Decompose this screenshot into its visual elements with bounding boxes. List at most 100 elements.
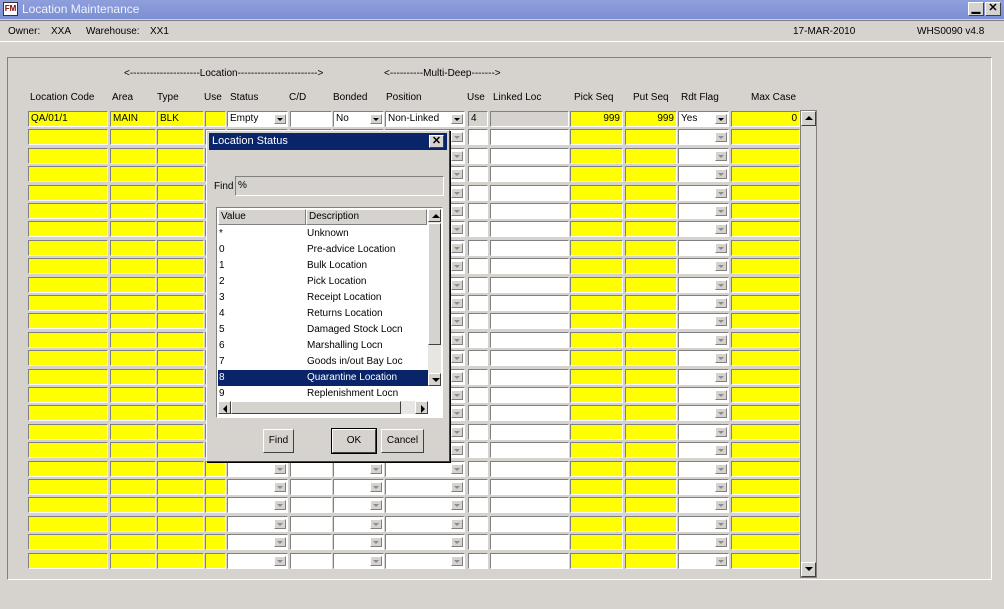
cell-position[interactable] [385, 497, 465, 513]
list-hscroll-thumb[interactable] [231, 401, 401, 414]
cell-pick-seq[interactable] [570, 166, 623, 182]
cell-area[interactable] [110, 497, 156, 513]
cell-pick-seq[interactable] [570, 313, 623, 329]
cell-md-use[interactable] [468, 405, 488, 421]
cell-md-use[interactable] [468, 553, 488, 569]
cell-max-case[interactable] [731, 166, 800, 182]
cell-linked-loc[interactable] [490, 534, 569, 550]
cell-position[interactable]: Non-Linked [385, 111, 465, 127]
cell-type[interactable] [157, 277, 204, 293]
dropdown-arrow-icon[interactable] [451, 556, 463, 566]
cell-md-use[interactable] [468, 277, 488, 293]
dropdown-arrow-icon[interactable] [451, 408, 463, 418]
dialog-close-icon[interactable]: ✕ [429, 135, 444, 148]
cell-md-use[interactable] [468, 166, 488, 182]
cell-max-case[interactable] [731, 129, 800, 145]
cell-put-seq[interactable] [625, 424, 677, 440]
cell-max-case[interactable] [731, 497, 800, 513]
cell-rdt-flag[interactable] [678, 369, 729, 385]
cell-area[interactable] [110, 442, 156, 458]
cell-area[interactable] [110, 258, 156, 274]
cell-put-seq[interactable] [625, 129, 677, 145]
cell-area[interactable] [110, 424, 156, 440]
cell-location-code[interactable] [28, 516, 108, 532]
cell-bonded[interactable] [333, 461, 384, 477]
dropdown-arrow-icon[interactable] [715, 464, 727, 474]
cell-rdt-flag[interactable] [678, 479, 729, 495]
dropdown-arrow-icon[interactable] [715, 151, 727, 161]
cell-location-code[interactable] [28, 369, 108, 385]
dropdown-arrow-icon[interactable] [715, 206, 727, 216]
cell-type[interactable] [157, 221, 204, 237]
cell-linked-loc[interactable] [490, 148, 569, 164]
cell-location-code[interactable] [28, 534, 108, 550]
dropdown-arrow-icon[interactable] [715, 316, 727, 326]
close-button[interactable]: ✕ [985, 2, 1001, 16]
list-item[interactable]: 9 Replenishment Locn [218, 386, 428, 402]
dropdown-arrow-icon[interactable] [451, 519, 463, 529]
cell-position[interactable] [385, 461, 465, 477]
cell-cd[interactable] [290, 534, 332, 550]
cell-position[interactable] [385, 534, 465, 550]
list-scroll-left-icon[interactable] [218, 401, 231, 414]
cell-area[interactable] [110, 221, 156, 237]
dropdown-arrow-icon[interactable] [451, 353, 463, 363]
cell-max-case[interactable] [731, 479, 800, 495]
cell-status[interactable] [227, 461, 288, 477]
cell-rdt-flag[interactable] [678, 553, 729, 569]
dropdown-arrow-icon[interactable] [451, 500, 463, 510]
cell-pick-seq[interactable] [570, 221, 623, 237]
cell-put-seq[interactable] [625, 350, 677, 366]
cell-max-case[interactable] [731, 553, 800, 569]
cell-use[interactable] [205, 534, 226, 550]
cell-rdt-flag[interactable] [678, 350, 729, 366]
dropdown-arrow-icon[interactable] [451, 537, 463, 547]
cell-linked-loc[interactable] [490, 221, 569, 237]
cell-max-case[interactable] [731, 424, 800, 440]
cell-pick-seq[interactable] [570, 387, 623, 403]
cell-linked-loc[interactable] [490, 313, 569, 329]
dropdown-arrow-icon[interactable] [451, 280, 463, 290]
cell-max-case[interactable] [731, 277, 800, 293]
dropdown-arrow-icon[interactable] [370, 519, 382, 529]
cell-area[interactable] [110, 240, 156, 256]
cell-pick-seq[interactable] [570, 516, 623, 532]
dropdown-arrow-icon[interactable] [715, 537, 727, 547]
cell-rdt-flag[interactable] [678, 148, 729, 164]
dropdown-arrow-icon[interactable] [451, 482, 463, 492]
cell-location-code[interactable] [28, 129, 108, 145]
cell-type[interactable] [157, 240, 204, 256]
cell-put-seq[interactable] [625, 369, 677, 385]
cell-type[interactable] [157, 332, 204, 348]
dropdown-arrow-icon[interactable] [451, 114, 463, 124]
cell-area[interactable] [110, 553, 156, 569]
dropdown-arrow-icon[interactable] [451, 132, 463, 142]
cell-location-code[interactable] [28, 350, 108, 366]
cell-put-seq[interactable] [625, 442, 677, 458]
dropdown-arrow-icon[interactable] [715, 169, 727, 179]
dropdown-arrow-icon[interactable] [451, 261, 463, 271]
cell-location-code[interactable] [28, 240, 108, 256]
cell-area[interactable] [110, 369, 156, 385]
cancel-button[interactable]: Cancel [381, 429, 424, 453]
cell-put-seq[interactable] [625, 295, 677, 311]
cell-linked-loc[interactable] [490, 553, 569, 569]
cell-max-case[interactable] [731, 350, 800, 366]
cell-location-code[interactable] [28, 387, 108, 403]
cell-put-seq[interactable] [625, 387, 677, 403]
cell-type[interactable] [157, 497, 204, 513]
list-header-value[interactable]: Value [218, 209, 306, 225]
cell-area[interactable] [110, 461, 156, 477]
cell-md-use[interactable] [468, 313, 488, 329]
cell-linked-loc[interactable] [490, 129, 569, 145]
cell-rdt-flag[interactable] [678, 203, 729, 219]
cell-type[interactable] [157, 369, 204, 385]
cell-md-use[interactable] [468, 203, 488, 219]
cell-put-seq[interactable]: 999 [625, 111, 677, 127]
scroll-down-icon[interactable] [801, 562, 816, 577]
dropdown-arrow-icon[interactable] [451, 464, 463, 474]
cell-max-case[interactable] [731, 516, 800, 532]
cell-md-use[interactable] [468, 461, 488, 477]
cell-area[interactable] [110, 129, 156, 145]
cell-max-case[interactable] [731, 461, 800, 477]
